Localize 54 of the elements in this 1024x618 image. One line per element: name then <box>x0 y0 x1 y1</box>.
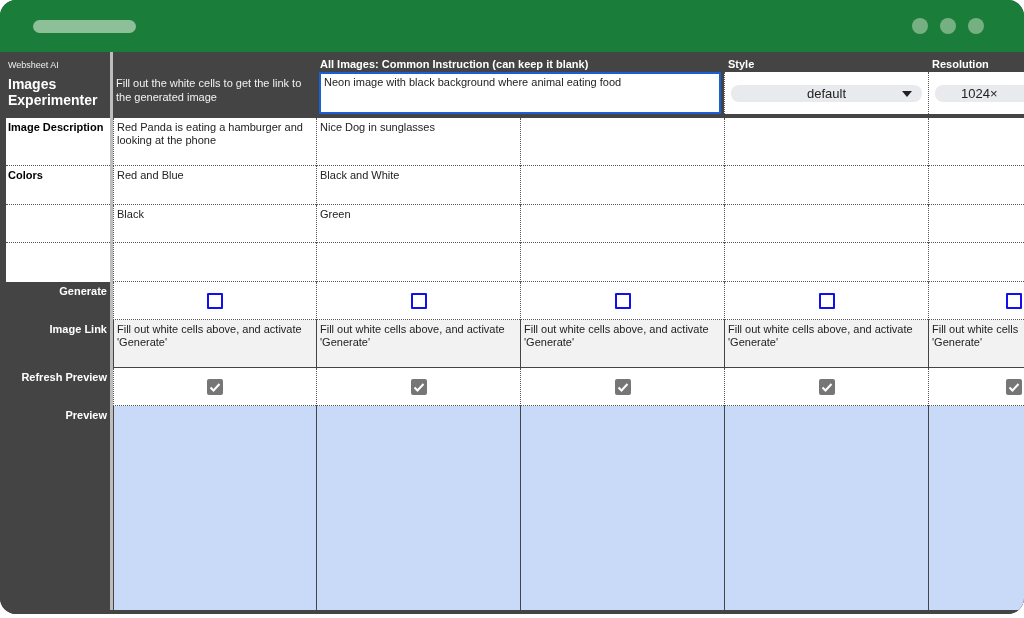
window-button[interactable] <box>968 18 984 34</box>
table-cell[interactable]: Red Panda is eating a hamburger and looking at the phone <box>113 118 316 166</box>
table-cell[interactable] <box>724 118 928 166</box>
instruction-field[interactable]: Neon image with black background where animal eating food <box>319 72 721 114</box>
checkbox[interactable] <box>818 378 835 395</box>
table-cell[interactable] <box>928 243 1024 282</box>
checkbox[interactable] <box>1006 292 1022 309</box>
table-cell[interactable]: Black and White <box>316 166 520 205</box>
checkbox[interactable] <box>410 378 427 395</box>
table-cell[interactable] <box>520 205 724 243</box>
table-cell[interactable] <box>724 243 928 282</box>
table-cell: Fill out white cells above, and activate 'Generate' <box>316 320 520 368</box>
checkbox[interactable] <box>207 378 223 395</box>
row-label: Refresh Preview <box>20 370 108 385</box>
checkbox[interactable] <box>1006 378 1022 395</box>
table-cell[interactable] <box>520 243 724 282</box>
table-cell[interactable] <box>724 205 928 243</box>
table-cell[interactable] <box>928 118 1024 166</box>
caret-icon <box>902 90 912 97</box>
checkbox[interactable] <box>818 292 835 309</box>
app-brand: Websheet AI <box>8 60 60 70</box>
column-heading: Resolution <box>931 58 990 70</box>
table-cell[interactable] <box>316 243 520 282</box>
app-title: Images Experimenter <box>8 76 99 108</box>
table-cell[interactable]: Red and Blue <box>113 166 316 205</box>
instruction-text: Fill out the white cells to get the link to the generated image <box>116 76 303 104</box>
window-button[interactable] <box>940 18 956 34</box>
checkbox[interactable] <box>410 292 427 309</box>
table-cell[interactable]: Green <box>316 205 520 243</box>
table-cell[interactable] <box>928 166 1024 205</box>
row-label: Image Link <box>48 322 108 337</box>
row-label: Image Description <box>6 118 110 166</box>
table-cell[interactable] <box>928 205 1024 243</box>
table-cell: Fill out white cells 'Generate' <box>928 320 1024 368</box>
checkbox[interactable] <box>614 378 631 395</box>
resolution-dropdown[interactable]: 1024× <box>935 84 1024 102</box>
row-label: Generate <box>58 284 108 299</box>
table-cell[interactable]: Black <box>113 205 316 243</box>
column-heading: Style <box>727 58 756 70</box>
table-cell: Fill out white cells above, and activate 'Generate' <box>520 320 724 368</box>
style-dropdown[interactable]: default <box>731 84 922 102</box>
row-label: Colors <box>6 166 110 205</box>
row-label: Preview <box>64 408 108 423</box>
table-cell: Fill out white cells above, and activate 'Generate' <box>113 320 316 368</box>
checkbox[interactable] <box>614 292 631 309</box>
table-cell[interactable] <box>520 118 724 166</box>
table-cell[interactable] <box>113 243 316 282</box>
table-cell[interactable] <box>724 166 928 205</box>
table-cell[interactable] <box>520 166 724 205</box>
column-heading: All Images: Common Instruction (can keep it blank) <box>319 58 590 70</box>
window-button[interactable] <box>912 18 928 34</box>
table-cell[interactable]: Nice Dog in sunglasses <box>316 118 520 166</box>
table-cell: Fill out white cells above, and activate 'Generate' <box>724 320 928 368</box>
checkbox[interactable] <box>207 292 223 309</box>
